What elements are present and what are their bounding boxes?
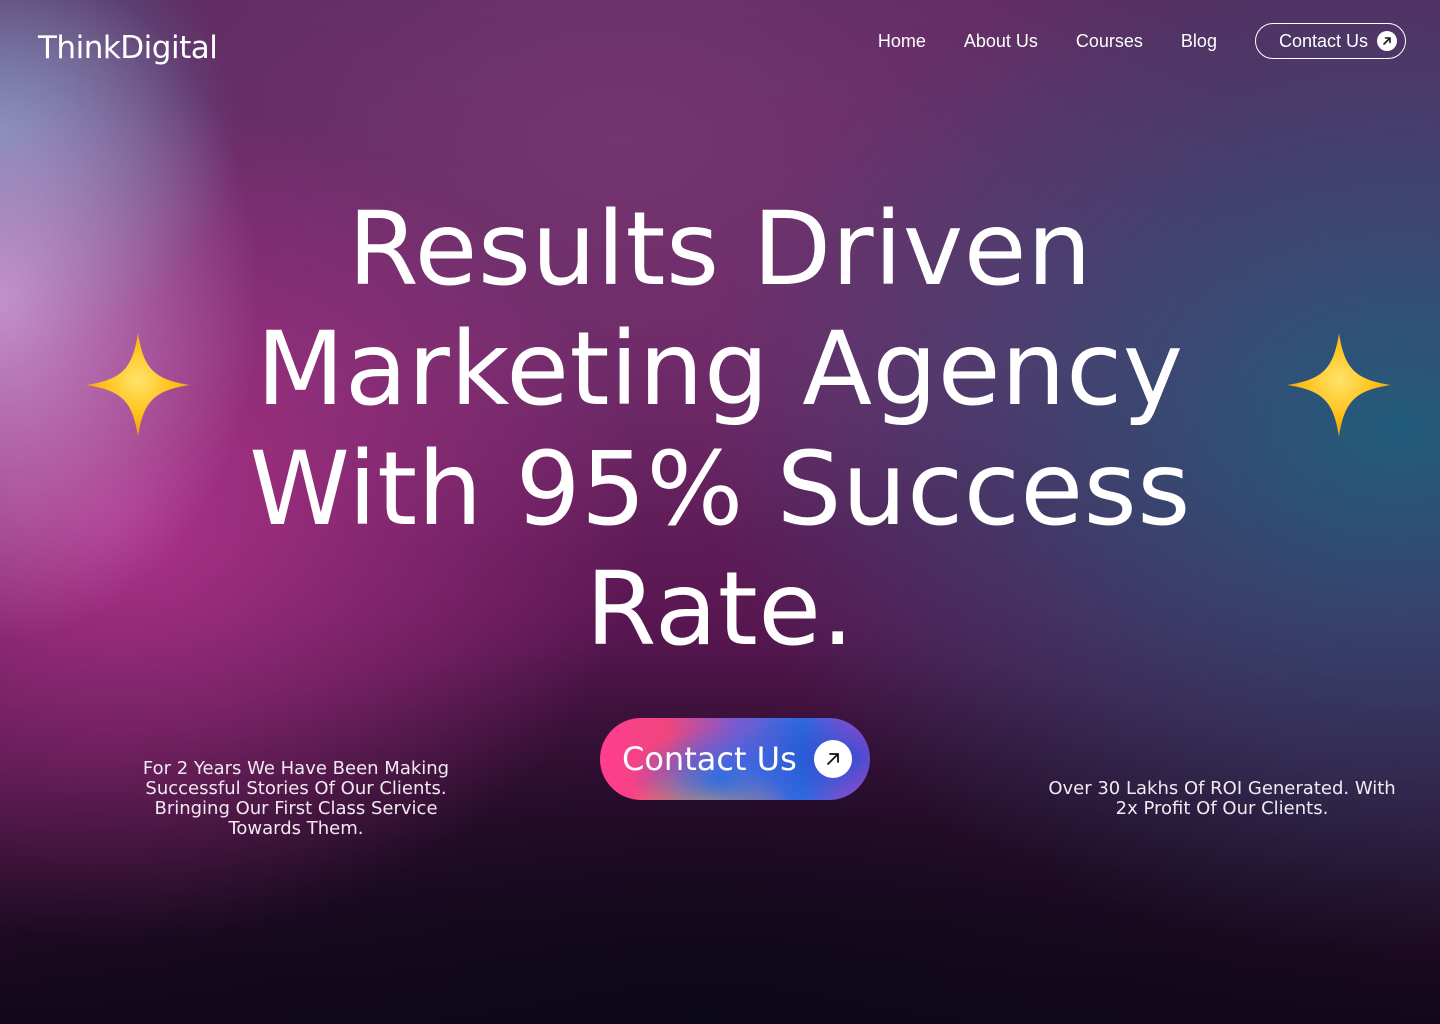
hero-heading: Results Driven Marketing Agency With 95%… bbox=[0, 190, 1440, 670]
nav-about-link[interactable]: About Us bbox=[964, 31, 1038, 52]
hero-heading-line: Marketing Agency bbox=[256, 310, 1184, 429]
nav-blog-link[interactable]: Blog bbox=[1181, 31, 1217, 52]
hero-contact-label: Contact Us bbox=[622, 740, 797, 778]
nav-home-link[interactable]: Home bbox=[878, 31, 926, 52]
hero-contact-button[interactable]: Contact Us bbox=[600, 718, 870, 800]
main-nav: Home About Us Courses Blog Contact Us bbox=[878, 23, 1406, 59]
arrow-up-right-icon bbox=[814, 740, 852, 778]
nav-courses-link[interactable]: Courses bbox=[1076, 31, 1143, 52]
arrow-up-right-icon bbox=[1377, 31, 1397, 51]
hero-heading-line: With 95% Success bbox=[249, 430, 1191, 549]
experience-text: For 2 Years We Have Been Making Successf… bbox=[142, 758, 450, 839]
nav-contact-label: Contact Us bbox=[1278, 30, 1368, 51]
hero-heading-line: Rate. bbox=[585, 550, 855, 669]
hero-heading-line: Results Driven bbox=[347, 190, 1093, 309]
logo[interactable]: ThinkDigital bbox=[38, 30, 218, 66]
nav-contact-button[interactable]: Contact Us bbox=[1254, 23, 1406, 59]
roi-text: Over 30 Lakhs Of ROI Generated. With 2x … bbox=[1048, 778, 1396, 819]
